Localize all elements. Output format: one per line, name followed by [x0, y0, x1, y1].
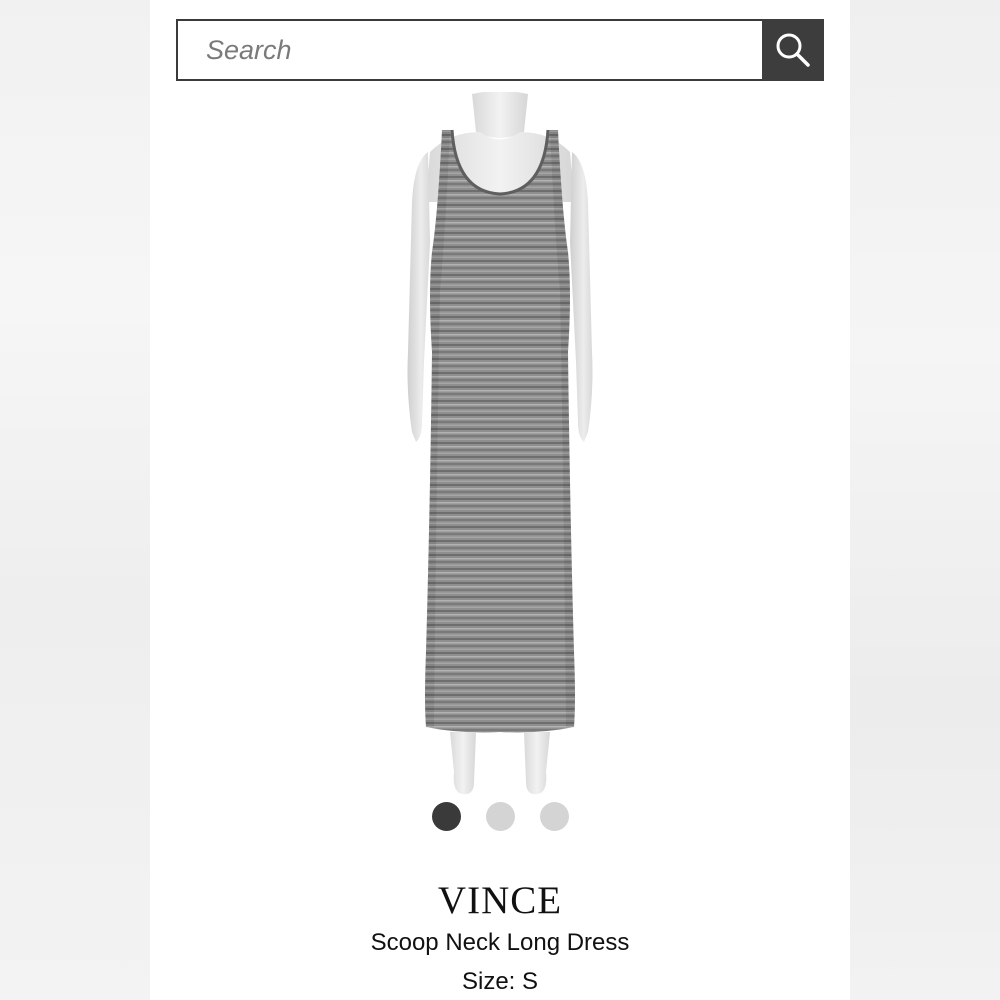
- image-carousel-dots: [432, 802, 569, 831]
- search-bar: [176, 19, 824, 81]
- search-button[interactable]: [762, 19, 824, 81]
- product-panel: VINCE Scoop Neck Long Dress Size: S: [150, 0, 850, 1000]
- carousel-dot-1[interactable]: [432, 802, 461, 831]
- background-left: [0, 0, 150, 1000]
- carousel-dot-3[interactable]: [540, 802, 569, 831]
- background-right: [850, 0, 1000, 1000]
- product-size: Size: S: [461, 968, 539, 995]
- search-icon: [776, 33, 810, 67]
- product-title: Scoop Neck Long Dress: [370, 929, 630, 956]
- brand-name: VINCE: [437, 879, 563, 922]
- product-image[interactable]: [390, 92, 610, 797]
- carousel-dot-2[interactable]: [486, 802, 515, 831]
- search-input[interactable]: [176, 19, 762, 81]
